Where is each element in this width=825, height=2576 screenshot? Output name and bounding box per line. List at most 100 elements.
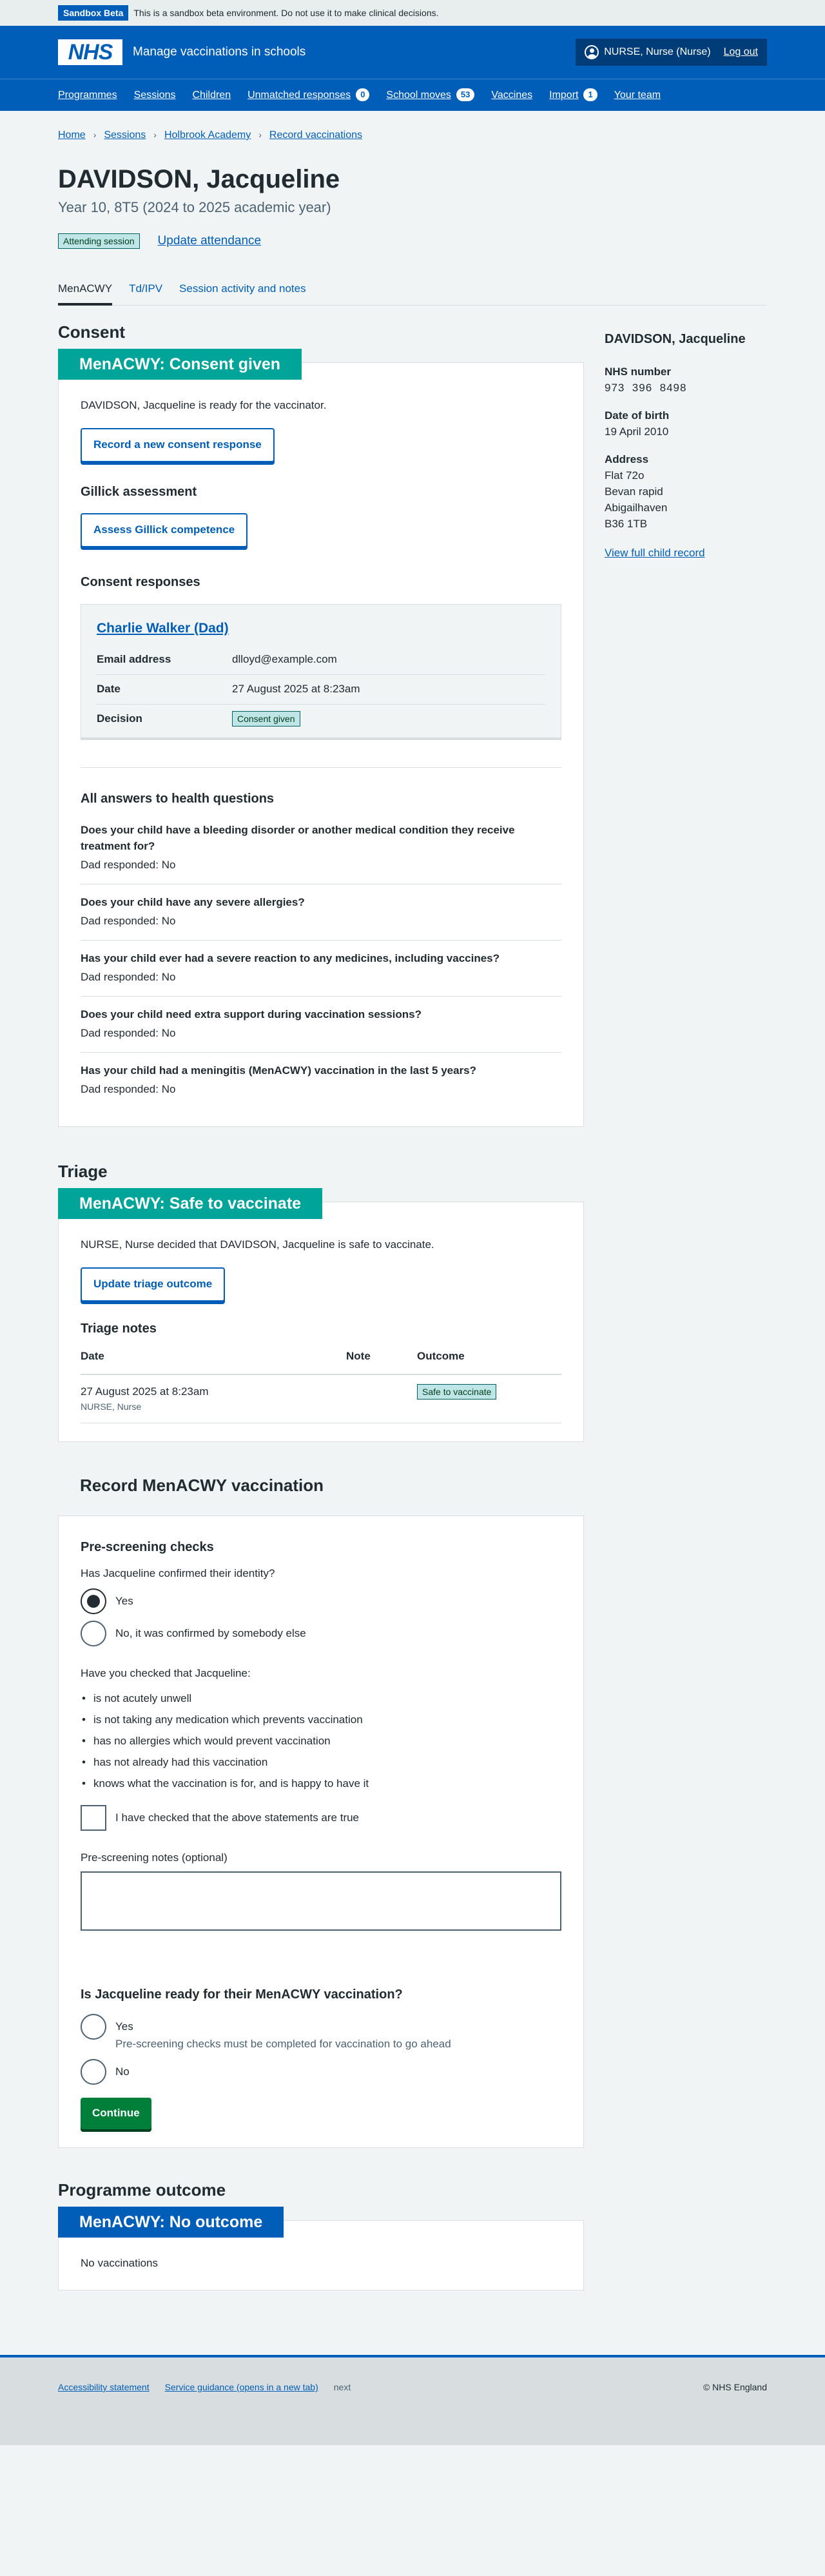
footer: Accessibility statement Service guidance… <box>0 2354 825 2445</box>
summary-row: Date 27 August 2025 at 8:23am <box>97 675 545 705</box>
triage-card: MenACWY: Safe to vaccinate NURSE, Nurse … <box>58 1187 584 1442</box>
programme-tabs: MenACWY Td/IPV Session activity and note… <box>58 281 767 306</box>
update-triage-button[interactable]: Update triage outcome <box>81 1267 226 1302</box>
address-value: Flat 72o Bevan rapid Abigailhaven B36 1T… <box>605 469 668 531</box>
ready-yes-radio[interactable] <box>81 2013 106 2040</box>
nav-count-badge: 1 <box>583 88 597 102</box>
nav-sessions[interactable]: Sessions <box>134 88 176 103</box>
chevron-right-icon: › <box>258 130 262 141</box>
column-header: Date <box>81 1342 346 1376</box>
column-header: Note <box>346 1342 417 1376</box>
dob-label: Date of birth <box>605 409 670 422</box>
notes-label: Pre-screening notes (optional) <box>81 1851 228 1864</box>
ready-no-option[interactable]: No <box>81 2058 561 2085</box>
triage-text: NURSE, Nurse decided that DAVIDSON, Jacq… <box>81 1238 434 1251</box>
sidebar-child-name: DAVIDSON, Jacqueline <box>605 331 746 346</box>
continue-button[interactable]: Continue <box>81 2097 151 2129</box>
dob-value: 19 April 2010 <box>605 425 669 438</box>
consent-ready-text: DAVIDSON, Jacqueline is ready for the va… <box>81 398 327 411</box>
prescreening-notes-input[interactable] <box>81 1871 561 1931</box>
address-label: Address <box>605 453 649 466</box>
consent-decision-tag: Consent given <box>232 710 300 727</box>
health-question: Does your child have a bleeding disorder… <box>81 812 561 884</box>
health-question: Has your child had a meningitis (MenACWY… <box>81 1064 477 1095</box>
update-attendance-link[interactable]: Update attendance <box>158 232 262 250</box>
gillick-heading: Gillick assessment <box>81 484 197 499</box>
triage-outcome-tag: Safe to vaccinate <box>417 1384 497 1400</box>
record-consent-button[interactable]: Record a new consent response <box>81 427 275 462</box>
summary-row: Email address dlloyd@example.com <box>97 645 545 675</box>
chevron-right-icon: › <box>93 130 97 141</box>
triage-heading: Triage <box>58 1161 108 1181</box>
triage-notes-heading: Triage notes <box>81 1321 157 1336</box>
list-item: is not taking any medication which preve… <box>81 1712 561 1728</box>
identity-no-option[interactable]: No, it was confirmed by somebody else <box>81 1621 561 1647</box>
child-summary-sidebar: DAVIDSON, Jacqueline NHS number 973 396 … <box>605 306 767 2290</box>
attending-status-tag: Attending session <box>58 233 140 249</box>
user-icon <box>585 44 599 59</box>
nav-import[interactable]: Import 1 <box>549 88 597 103</box>
tab-session-activity[interactable]: Session activity and notes <box>179 281 306 305</box>
assess-gillick-button[interactable]: Assess Gillick competence <box>81 513 248 548</box>
service-guidance-link[interactable]: Service guidance (opens in a new tab) <box>165 2381 318 2394</box>
parent-name-link[interactable]: Charlie Walker (Dad) <box>97 621 229 636</box>
view-child-record-link[interactable]: View full child record <box>605 547 705 559</box>
ready-question: Is Jacqueline ready for their MenACWY va… <box>81 1987 403 2002</box>
list-item: has not already had this vaccination <box>81 1755 561 1771</box>
nhs-logo[interactable]: NHS <box>58 39 122 65</box>
service-name[interactable]: Manage vaccinations in schools <box>133 43 306 61</box>
nav-school-moves[interactable]: School moves 53 <box>386 88 475 103</box>
tab-menacwy[interactable]: MenACWY <box>58 281 113 306</box>
health-question: Does your child have any severe allergie… <box>81 884 561 941</box>
nav-vaccines[interactable]: Vaccines <box>491 88 532 103</box>
page-subtitle: Year 10, 8T5 (2024 to 2025 academic year… <box>58 199 331 215</box>
breadcrumb-school[interactable]: Holbrook Academy <box>164 128 251 143</box>
list-item: knows what the vaccination is for, and i… <box>81 1776 561 1792</box>
user-name: NURSE, Nurse (Nurse) <box>604 46 711 58</box>
programme-outcome-heading: Programme outcome <box>58 2180 226 2200</box>
ready-yes-hint: Pre-screening checks must be completed f… <box>115 2037 451 2050</box>
ready-yes-option[interactable]: Yes Pre-screening checks must be complet… <box>81 2013 561 2053</box>
nav-count-badge: 53 <box>456 88 475 102</box>
list-item: has no allergies which would prevent vac… <box>81 1733 561 1750</box>
nav-your-team[interactable]: Your team <box>614 88 661 103</box>
identity-yes-option[interactable]: Yes <box>81 1588 561 1615</box>
copyright: © NHS England <box>703 2381 767 2392</box>
main-content: Consent MenACWY: Consent given DAVIDSON,… <box>58 306 584 2290</box>
consent-response-card: Charlie Walker (Dad) Email address dlloy… <box>81 603 561 740</box>
consent-heading: Consent <box>58 322 125 342</box>
triage-note <box>346 1374 417 1423</box>
breadcrumb-sessions[interactable]: Sessions <box>104 128 146 143</box>
prescreening-heading: Pre-screening checks <box>81 1540 214 1555</box>
list-item: is not acutely unwell <box>81 1691 561 1707</box>
brand[interactable]: NHS Manage vaccinations in schools <box>58 39 306 65</box>
checks-confirmed-option[interactable]: I have checked that the above statements… <box>81 1805 561 1831</box>
checked-intro: Have you checked that Jacqueline: <box>81 1667 251 1680</box>
triage-notes-table: Date Note Outcome 27 August 2025 at 8:23… <box>81 1342 561 1423</box>
nav-children[interactable]: Children <box>193 88 231 103</box>
identity-question: Has Jacqueline confirmed their identity? <box>81 1567 275 1580</box>
accessibility-link[interactable]: Accessibility statement <box>58 2381 150 2394</box>
checks-confirmed-checkbox[interactable] <box>81 1805 106 1831</box>
primary-nav: Programmes Sessions Children Unmatched r… <box>0 79 825 111</box>
identity-no-radio[interactable] <box>81 1621 106 1647</box>
logout-link[interactable]: Log out <box>724 44 758 60</box>
beta-banner: Sandbox Beta This is a sandbox beta envi… <box>0 0 825 26</box>
divider <box>81 766 561 768</box>
ready-no-radio[interactable] <box>81 2058 106 2085</box>
summary-row: Decision Consent given <box>97 705 545 734</box>
health-questions-heading: All answers to health questions <box>81 791 275 806</box>
breadcrumb-record-vaccinations[interactable]: Record vaccinations <box>269 128 362 143</box>
tab-td-ipv[interactable]: Td/IPV <box>129 281 162 305</box>
breadcrumb-home[interactable]: Home <box>58 128 86 143</box>
prescreening-checklist: is not acutely unwell is not taking any … <box>81 1691 561 1792</box>
nav-programmes[interactable]: Programmes <box>58 88 117 103</box>
header: NHS Manage vaccinations in schools NURSE… <box>0 26 825 111</box>
consent-responses-heading: Consent responses <box>81 575 200 590</box>
health-questions-list: Does your child have a bleeding disorder… <box>81 812 561 1108</box>
nav-unmatched-responses[interactable]: Unmatched responses 0 <box>248 88 370 103</box>
breadcrumb: Home › Sessions › Holbrook Academy › Rec… <box>58 111 767 157</box>
identity-yes-radio[interactable] <box>81 1588 106 1615</box>
record-vaccination-card: Pre-screening checks Has Jacqueline conf… <box>58 1516 584 2148</box>
chevron-right-icon: › <box>153 130 157 141</box>
